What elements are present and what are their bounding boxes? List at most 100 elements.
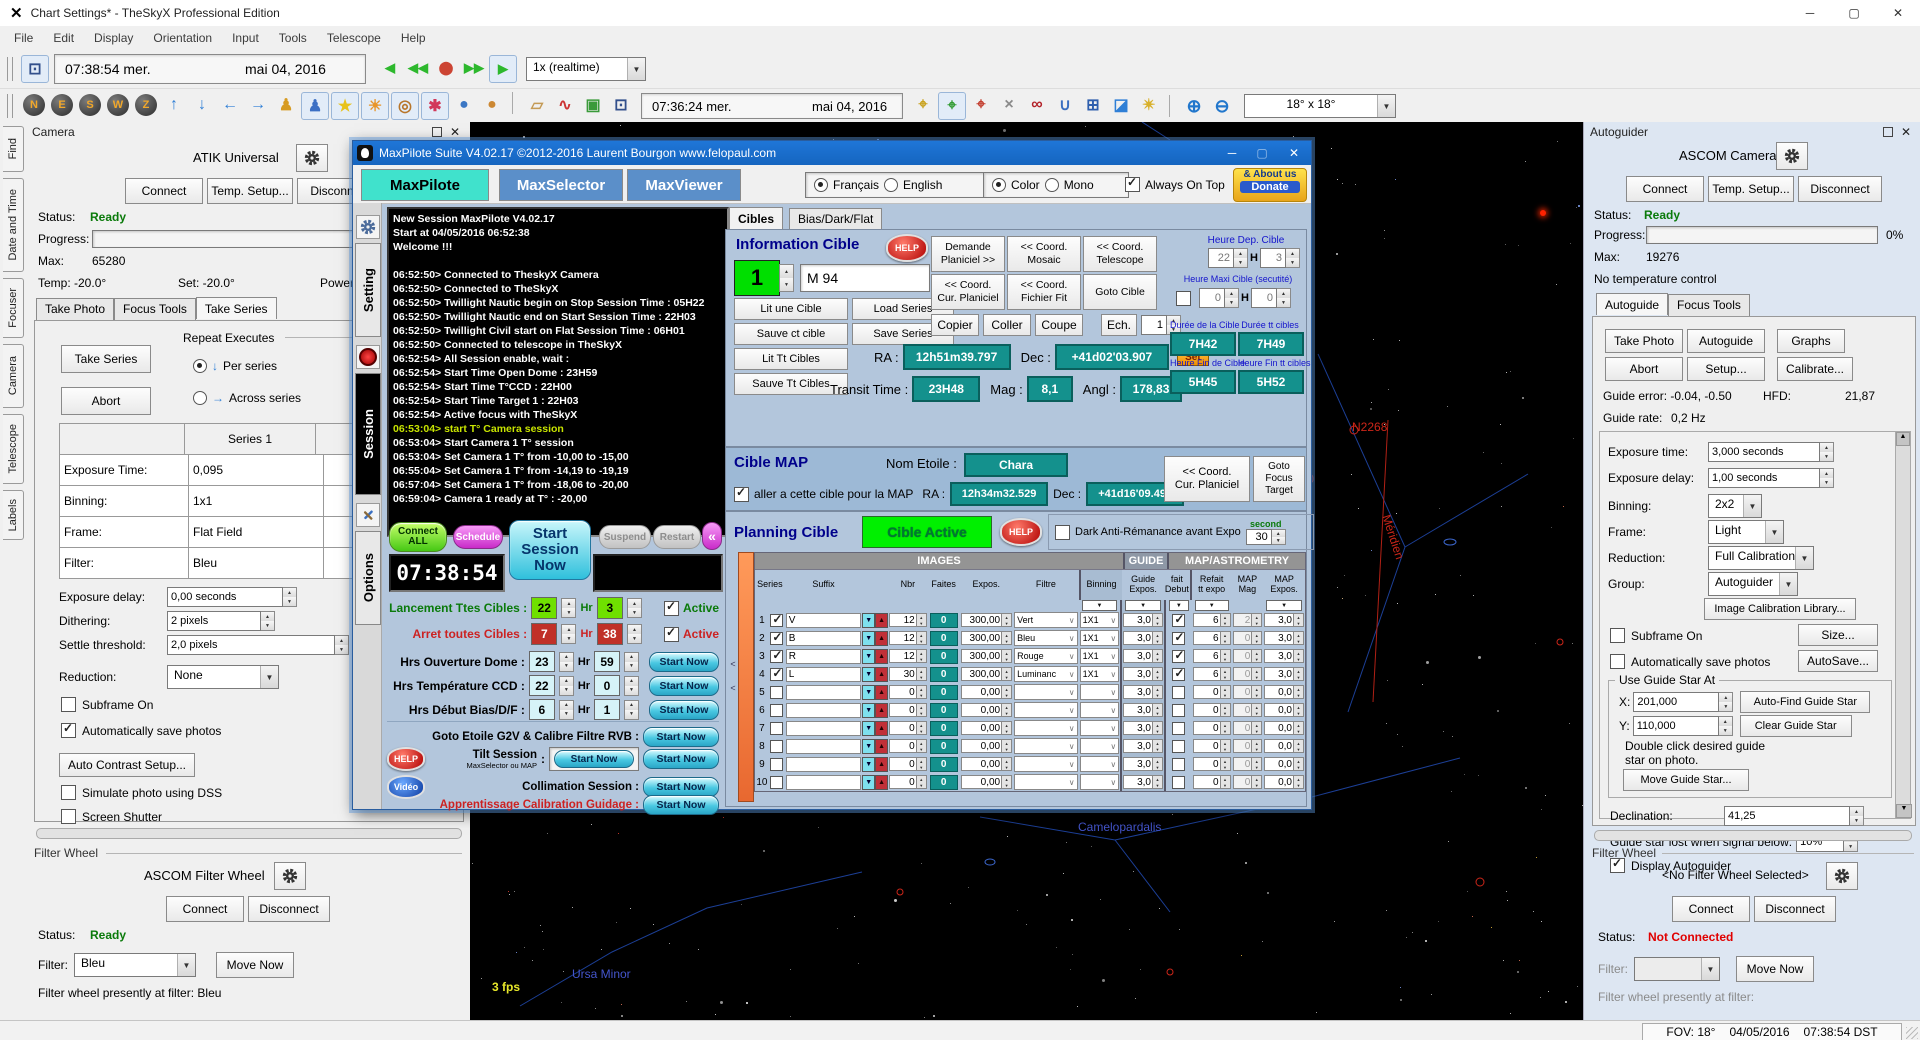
tab-session[interactable]: Session [355, 373, 381, 495]
table-scroll-left2-icon[interactable]: < [730, 683, 735, 693]
connect-all-button[interactable]: Connect ALL [389, 522, 447, 552]
filtre-select[interactable]: ∨ [1014, 738, 1078, 754]
fast-forward-button[interactable]: ▶▶ [461, 55, 487, 81]
camera-tab-take-series[interactable]: Take Series [196, 297, 277, 319]
observer-horizon-button[interactable]: ♟ [273, 92, 299, 118]
binning-select[interactable]: 1X1∨ [1080, 612, 1120, 628]
planning-help-button[interactable]: HELP [1000, 518, 1042, 546]
across-series-radio[interactable] [193, 391, 207, 405]
screen-shutter-checkbox[interactable] [61, 809, 76, 824]
suffix-field[interactable]: L [786, 667, 861, 682]
table-scroll-left-icon[interactable]: < [730, 659, 735, 669]
declination-field[interactable]: 41,25▲▼ [1724, 806, 1864, 826]
dock-tab-focuser[interactable]: Focuser [3, 278, 24, 338]
ag-subframe-checkbox[interactable] [1610, 628, 1625, 643]
dock-tab-date-and-time[interactable]: Date and Time [3, 178, 24, 272]
action-start-now-button-2[interactable]: Start Now [643, 777, 719, 797]
hrs-hour-0[interactable]: 23 [529, 651, 555, 672]
camera-settings-button[interactable] [296, 144, 328, 172]
zoom-in-button[interactable]: ⊕ [1181, 93, 1207, 119]
hrs-hour-spinner-1[interactable]: ▲▼ [559, 676, 574, 696]
suffix-field[interactable] [786, 739, 861, 754]
menu-orientation[interactable]: Orientation [143, 27, 222, 49]
priority-down-icon[interactable]: ▼ [862, 649, 875, 664]
row-enabled-checkbox[interactable] [770, 776, 783, 789]
image-landscape-button[interactable]: ◪ [1108, 92, 1134, 118]
copy-down-button-col11[interactable]: ▼ [1195, 600, 1229, 611]
priority-down-icon[interactable]: ▼ [862, 667, 875, 682]
menu-help[interactable]: Help [391, 27, 436, 49]
mp-maximize-icon[interactable]: ▢ [1247, 140, 1277, 166]
heure-maxi-checkbox[interactable] [1176, 291, 1191, 306]
zoom-out-button[interactable]: ⊖ [1209, 93, 1235, 119]
pan-down-button[interactable]: ↓ [189, 92, 215, 118]
float-panel-icon[interactable] [432, 127, 442, 137]
sun-button[interactable]: ☀ [361, 92, 389, 120]
heure-maxi-h[interactable]: 0▲▼ [1199, 288, 1239, 308]
series-row-value[interactable]: Flat Field [189, 517, 324, 548]
refait-spinner[interactable]: 6▲▼ [1193, 631, 1231, 645]
image-calibration-library-button[interactable]: Image Calibration Library... [1704, 598, 1856, 620]
fait-debut-checkbox[interactable] [1172, 776, 1185, 789]
fait-debut-checkbox[interactable] [1172, 740, 1185, 753]
tab-options[interactable]: Options [355, 531, 381, 625]
expos-spinner[interactable]: 0,00▲▼ [961, 757, 1013, 771]
filtre-select[interactable]: Vert∨ [1014, 612, 1078, 628]
guide-expos-spinner[interactable]: 3,0▲▼ [1123, 721, 1163, 735]
nbr-spinner[interactable]: 0▲▼ [889, 757, 927, 771]
refait-spinner[interactable]: 6▲▼ [1193, 667, 1231, 681]
filter-connect-button[interactable]: Connect [166, 896, 244, 922]
close-panel-icon[interactable]: ✕ [1901, 125, 1911, 139]
ecliptic-sphere-button[interactable]: ● [479, 92, 505, 118]
coord-button-3[interactable]: << Coord. Cur. Planiciel [931, 274, 1005, 310]
nbr-spinner[interactable]: 0▲▼ [889, 703, 927, 717]
row-enabled-checkbox[interactable] [770, 650, 783, 663]
refait-spinner[interactable]: 0▲▼ [1193, 721, 1231, 735]
nbr-spinner[interactable]: 12▲▼ [889, 631, 927, 645]
coord-button-5[interactable]: Goto Cible [1083, 274, 1157, 310]
sched-min-0[interactable]: 3 [597, 597, 623, 619]
suffix-field[interactable] [786, 721, 861, 736]
dark-anti-remanance-checkbox[interactable] [1055, 525, 1070, 540]
time-rate-select[interactable]: 1x (realtime) ▼ [526, 57, 646, 81]
binning-select[interactable]: ∨ [1080, 702, 1120, 718]
hrs-hour-spinner-0[interactable]: ▲▼ [559, 652, 574, 672]
copier-button[interactable]: Copier [931, 314, 979, 336]
ag-abort-button[interactable]: Abort [1605, 357, 1683, 381]
priority-up-icon[interactable]: ▲ [875, 685, 888, 700]
map-expos-spinner[interactable]: 0,0▲▼ [1264, 685, 1304, 699]
pan-right-button[interactable]: → [245, 92, 271, 118]
guide-expos-spinner[interactable]: 3,0▲▼ [1123, 757, 1163, 771]
priority-up-icon[interactable]: ▲ [875, 775, 888, 790]
row-enabled-checkbox[interactable] [770, 632, 783, 645]
nbr-spinner[interactable]: 30▲▼ [889, 667, 927, 681]
fait-debut-checkbox[interactable] [1172, 668, 1185, 681]
ag-reduction-select[interactable]: Full Calibration▼ [1708, 546, 1814, 570]
sched-min-1[interactable]: 38 [597, 623, 623, 645]
map-expos-spinner[interactable]: 0,0▲▼ [1264, 739, 1304, 753]
coller-button[interactable]: Coller [983, 314, 1031, 336]
copy-down-button-col9[interactable]: ▼ [1125, 600, 1161, 611]
telescope-disconnect-button[interactable]: × [996, 92, 1022, 118]
guide-expos-spinner[interactable]: 3,0▲▼ [1123, 649, 1163, 663]
help-icon[interactable]: HELP [387, 747, 425, 771]
cible-target-field[interactable]: M 94 [800, 264, 930, 292]
maximize-icon[interactable]: ▢ [1832, 0, 1876, 26]
look-zenith-button[interactable]: Z [135, 94, 157, 116]
session-log[interactable]: New Session MaxPilote V4.02.17Start at 0… [387, 207, 729, 537]
always-on-top-checkbox[interactable] [1125, 177, 1140, 192]
exposure-delay-field[interactable]: 0,00 seconds▲▼ [167, 587, 297, 607]
expos-spinner[interactable]: 300,00▲▼ [961, 649, 1013, 663]
binning-select[interactable]: ∨ [1080, 720, 1120, 736]
auto-find-guide-star-button[interactable]: Auto-Find Guide Star [1740, 691, 1870, 713]
tab-maxpilote[interactable]: MaxPilote [361, 169, 489, 201]
priority-up-icon[interactable]: ▲ [875, 739, 888, 754]
hrs-min-spinner-2[interactable]: ▲▼ [624, 700, 639, 720]
take-series-button[interactable]: Take Series [61, 345, 151, 373]
refait-spinner[interactable]: 0▲▼ [1193, 775, 1231, 789]
suffix-field[interactable]: V [786, 613, 861, 628]
guide-expos-spinner[interactable]: 3,0▲▼ [1123, 685, 1163, 699]
expos-spinner[interactable]: 300,00▲▼ [961, 631, 1013, 645]
fait-debut-checkbox[interactable] [1172, 650, 1185, 663]
dithering-field[interactable]: 2 pixels▲▼ [167, 611, 275, 631]
